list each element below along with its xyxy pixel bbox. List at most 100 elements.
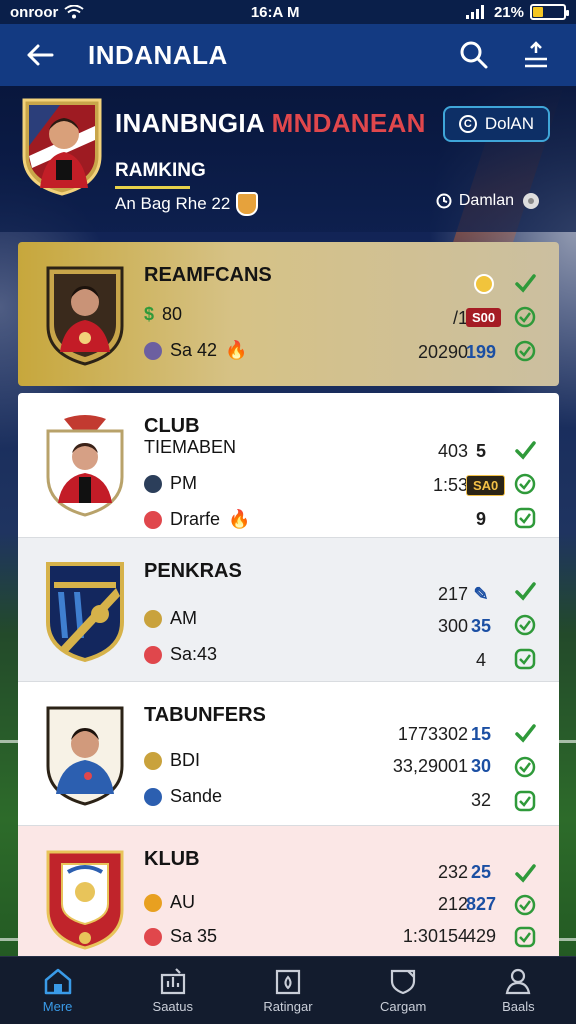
check-circle-icon	[512, 471, 538, 497]
back-button[interactable]	[20, 35, 60, 75]
club-crest	[46, 850, 124, 950]
arrow-left-icon	[27, 44, 54, 66]
badge-icon	[144, 927, 162, 946]
profile-header: INANBNGIA MNDANEAN RAMKING An Bag Rhe 22…	[0, 86, 576, 232]
edit-icon: ✎	[473, 584, 489, 604]
pin-icon	[144, 609, 162, 628]
coin-icon	[144, 341, 162, 360]
check-icon	[512, 578, 538, 604]
check-icon	[512, 437, 538, 463]
check-box-icon	[512, 788, 538, 814]
card-time: 212	[437, 894, 468, 914]
card-row-stat: Sa 42 🔥	[144, 340, 247, 361]
rating-icon	[275, 969, 301, 995]
profile-icon	[506, 968, 531, 995]
position-icon	[144, 474, 162, 493]
card-subtitle: TIEMABEN	[144, 437, 237, 457]
profile-side-link[interactable]: Damlan	[435, 190, 542, 212]
pin-icon	[144, 751, 162, 770]
check-circle-icon	[512, 338, 538, 364]
profile-name: INANBNGIA MNDANEAN	[115, 108, 426, 139]
card-score-3: 429	[465, 926, 497, 946]
card-title: PENKRAS	[144, 560, 242, 582]
card-score: 35	[470, 616, 492, 636]
nav-label: Cargam	[380, 999, 427, 1014]
battery-icon	[529, 4, 569, 20]
nav-label: Ratingar	[263, 999, 313, 1014]
nav-item-home[interactable]: Mere	[3, 967, 113, 1014]
card-count: 1773302	[397, 724, 468, 744]
list-item[interactable]: TABUNFERS BDI Sande 1773302 15 33,29001 …	[18, 681, 559, 825]
nav-item-stats[interactable]: Saatus	[118, 967, 228, 1014]
card-value: PM	[170, 473, 197, 493]
score-tag: S00	[466, 308, 502, 327]
nav-item-rating[interactable]: Ratingar	[233, 967, 343, 1014]
list-item[interactable]: KLUB AU Sa 35 232 25 212 827 1:30154 429	[18, 825, 559, 969]
signal-icon	[465, 5, 484, 19]
check-icon	[512, 270, 538, 296]
card-count: 217	[437, 584, 468, 604]
club-crest	[46, 415, 124, 517]
card-time: 300	[437, 616, 468, 636]
card-stat: Sa 35	[170, 926, 218, 946]
list-item[interactable]: PENKRAS AM Sa:43 217 ✎ 300 35 4	[18, 537, 559, 681]
refresh-icon	[436, 193, 452, 209]
player-crest	[46, 266, 124, 366]
card-row-stat: Drarfe 🔥	[144, 509, 250, 530]
card-subtitle-row: TIEMABEN	[144, 437, 236, 458]
check-circle-icon	[512, 892, 538, 918]
club-dot-icon	[144, 787, 162, 806]
status-bar: onroor 16:A M 21%	[0, 0, 576, 24]
card-score-3: 32	[470, 790, 492, 810]
list-item[interactable]: REAMFCANS $ 80 Sa 42 🔥 /1 S00 20290 199	[18, 242, 559, 386]
profile-name-accent: MNDANEAN	[271, 108, 426, 138]
nav-item-profile[interactable]: Baals	[463, 967, 573, 1014]
nav-item-cargam[interactable]: Cargam	[348, 967, 458, 1014]
card-total: 1:30154	[402, 926, 468, 946]
check-icon	[512, 860, 538, 886]
ranking-label: RAMKING	[115, 160, 206, 181]
shield-icon	[391, 969, 416, 995]
list-item[interactable]: CLUB TIEMABEN PM Drarfe 🔥 403 5 1:53 SA0…	[18, 393, 559, 537]
card-count: /1	[452, 308, 468, 328]
filter-button[interactable]	[516, 35, 556, 75]
pin-icon	[144, 893, 162, 912]
card-score-2: 827	[465, 894, 497, 914]
card-row-money: $ 80	[144, 304, 182, 325]
card-row-position: AM	[144, 608, 197, 629]
profile-meta: An Bag Rhe 22	[115, 192, 259, 216]
player-crest	[46, 706, 124, 806]
dollar-icon: $	[144, 304, 155, 324]
ranking-underline	[115, 186, 190, 189]
search-button[interactable]	[454, 35, 494, 75]
card-total: 33,29001	[392, 756, 468, 776]
fire-icon: 🔥	[225, 340, 248, 360]
side-label: Damlan	[458, 192, 514, 209]
card-title: KLUB	[144, 848, 200, 870]
player-badge	[22, 98, 102, 196]
nav-label: Saatus	[152, 999, 194, 1014]
sort-icon	[525, 41, 547, 68]
card-row-stat: Sande	[144, 786, 222, 807]
ranking-list: REAMFCANS $ 80 Sa 42 🔥 /1 S00 20290 199 …	[18, 242, 559, 969]
card-score-2: 9	[475, 509, 486, 529]
wifi-icon	[64, 5, 84, 19]
action-pill-button[interactable]: C DolAN	[442, 106, 550, 142]
card-stat: Sa 42	[170, 340, 218, 360]
stats-icon	[160, 968, 185, 995]
card-title: CLUB	[144, 415, 200, 437]
badge-icon	[144, 510, 162, 529]
card-total: 20290	[417, 342, 468, 362]
check-box-icon	[512, 924, 538, 950]
check-box-icon	[512, 646, 538, 672]
check-circle-icon	[512, 612, 538, 638]
check-circle-icon	[512, 304, 538, 330]
check-box-icon	[512, 505, 538, 531]
battery-percent: 21%	[493, 3, 524, 21]
card-value: 80	[162, 304, 183, 324]
card-score-2: 4	[475, 650, 486, 670]
check-circle-icon	[512, 754, 538, 780]
pill-label: DolAN	[484, 114, 534, 133]
card-stat: Drarfe	[170, 509, 221, 529]
card-value: BDI	[170, 750, 201, 770]
